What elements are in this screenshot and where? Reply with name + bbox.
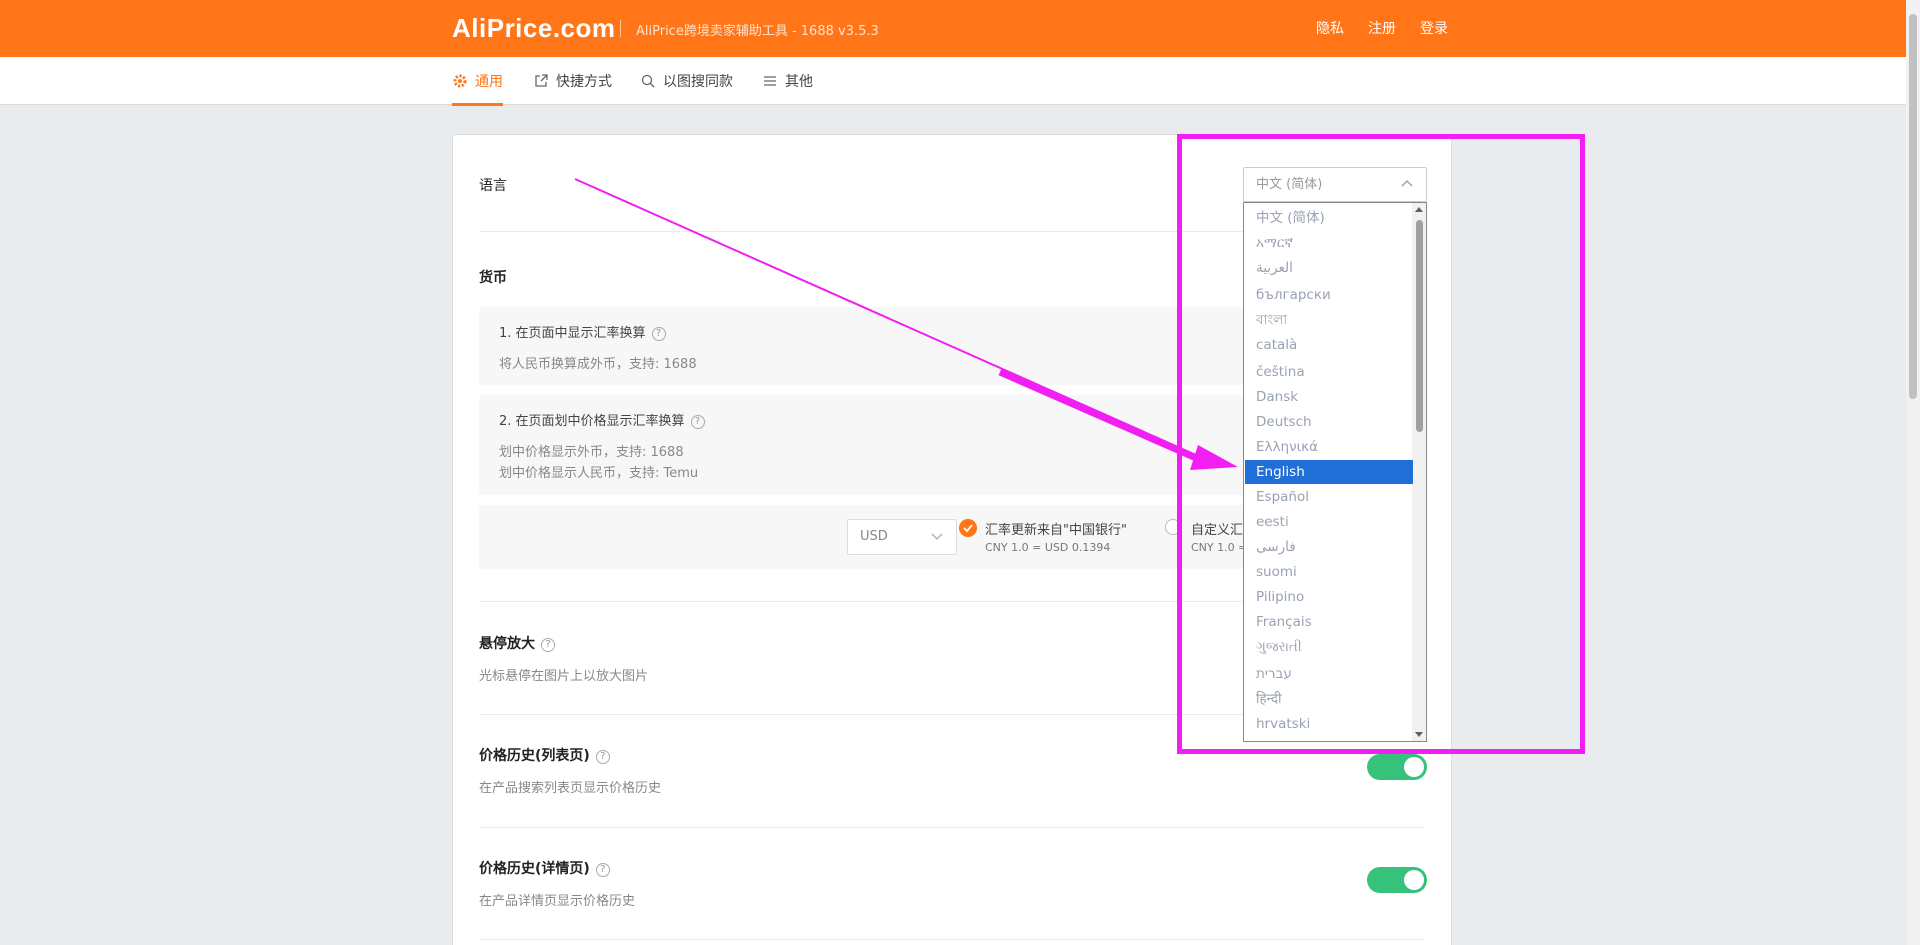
price-history-list-title-text: 价格历史(列表页) — [479, 748, 590, 764]
register-link[interactable]: 注册 — [1368, 18, 1396, 38]
toggle-knob — [1404, 870, 1424, 890]
help-icon[interactable]: ? — [595, 863, 610, 877]
privacy-link[interactable]: 隐私 — [1316, 18, 1344, 38]
highlight-box — [1177, 134, 1585, 754]
help-icon[interactable]: ? — [595, 750, 610, 764]
help-icon[interactable]: ? — [651, 327, 666, 341]
settings-tabs: 通用 快捷方式 以图搜同款 其他 — [0, 57, 1906, 106]
currency-option-1-title: 1. 在页面中显示汇率换算? — [499, 322, 666, 341]
price-history-detail-desc: 在产品详情页显示价格历史 — [479, 894, 636, 909]
hover-zoom-title-text: 悬停放大 — [479, 636, 535, 652]
currency-select-value: USD — [860, 529, 888, 544]
currency-option-2-desc1: 划中价格显示外币，支持: 1688 — [499, 445, 684, 460]
tab-shortcuts-label: 快捷方式 — [556, 74, 612, 90]
tab-shortcuts[interactable]: 快捷方式 — [533, 57, 612, 105]
help-icon[interactable]: ? — [541, 638, 555, 652]
tab-image-search-label: 以图搜同款 — [663, 74, 733, 90]
currency-option-2-desc2: 划中价格显示人民币，支持: Temu — [499, 466, 699, 481]
search-icon — [641, 74, 655, 88]
hover-zoom-title: 悬停放大? — [479, 633, 555, 653]
toggle-knob — [1404, 757, 1424, 777]
external-link-icon — [535, 74, 548, 87]
tab-general-label: 通用 — [475, 74, 503, 90]
currency-select[interactable]: USD — [847, 519, 957, 555]
menu-icon — [764, 76, 776, 86]
rate-value: CNY 1.0 = USD 0.1394 — [985, 541, 1111, 554]
logo-divider — [620, 20, 621, 37]
login-link[interactable]: 登录 — [1420, 18, 1448, 38]
price-history-detail-title-text: 价格历史(详情页) — [479, 861, 590, 877]
price-history-detail-title: 价格历史(详情页)? — [479, 858, 610, 878]
currency-option-2-title-text: 2. 在页面划中价格显示汇率换算 — [499, 414, 685, 429]
price-history-list-toggle[interactable] — [1367, 754, 1427, 780]
hover-zoom-desc: 光标悬停在图片上以放大图片 — [479, 669, 649, 684]
price-history-detail-toggle[interactable] — [1367, 867, 1427, 893]
gear-icon — [453, 74, 467, 88]
app-header: AliPrice.com AliPrice跨境卖家辅助工具 - 1688 v3.… — [0, 0, 1906, 57]
logo[interactable]: AliPrice.com — [452, 13, 616, 44]
chevron-down-icon — [931, 533, 943, 540]
currency-option-1-desc: 将人民币换算成外币，支持: 1688 — [499, 357, 697, 372]
language-title: 语言 — [479, 178, 507, 194]
check-icon — [963, 524, 973, 533]
tab-general[interactable]: 通用 — [452, 57, 503, 106]
help-icon[interactable]: ? — [690, 415, 705, 429]
currency-title: 货币 — [479, 270, 507, 286]
rate-source-radio[interactable] — [959, 519, 977, 537]
divider — [479, 827, 1425, 828]
top-nav: 隐私 注册 登录 — [1316, 18, 1448, 38]
app-subtitle: AliPrice跨境卖家辅助工具 - 1688 v3.5.3 — [636, 24, 879, 39]
currency-option-1-title-text: 1. 在页面中显示汇率换算 — [499, 326, 646, 341]
tab-other[interactable]: 其他 — [762, 57, 813, 105]
rate-source-label: 汇率更新来自"中国银行" — [985, 523, 1127, 538]
currency-option-2-title: 2. 在页面划中价格显示汇率换算? — [499, 410, 705, 429]
page-scrollbar[interactable] — [1906, 0, 1920, 945]
price-history-list-title: 价格历史(列表页)? — [479, 745, 610, 765]
tab-other-label: 其他 — [785, 74, 813, 90]
price-history-list-desc: 在产品搜索列表页显示价格历史 — [479, 781, 662, 796]
divider — [479, 939, 1425, 940]
page-scrollbar-thumb[interactable] — [1909, 14, 1917, 399]
tab-image-search[interactable]: 以图搜同款 — [640, 57, 733, 105]
